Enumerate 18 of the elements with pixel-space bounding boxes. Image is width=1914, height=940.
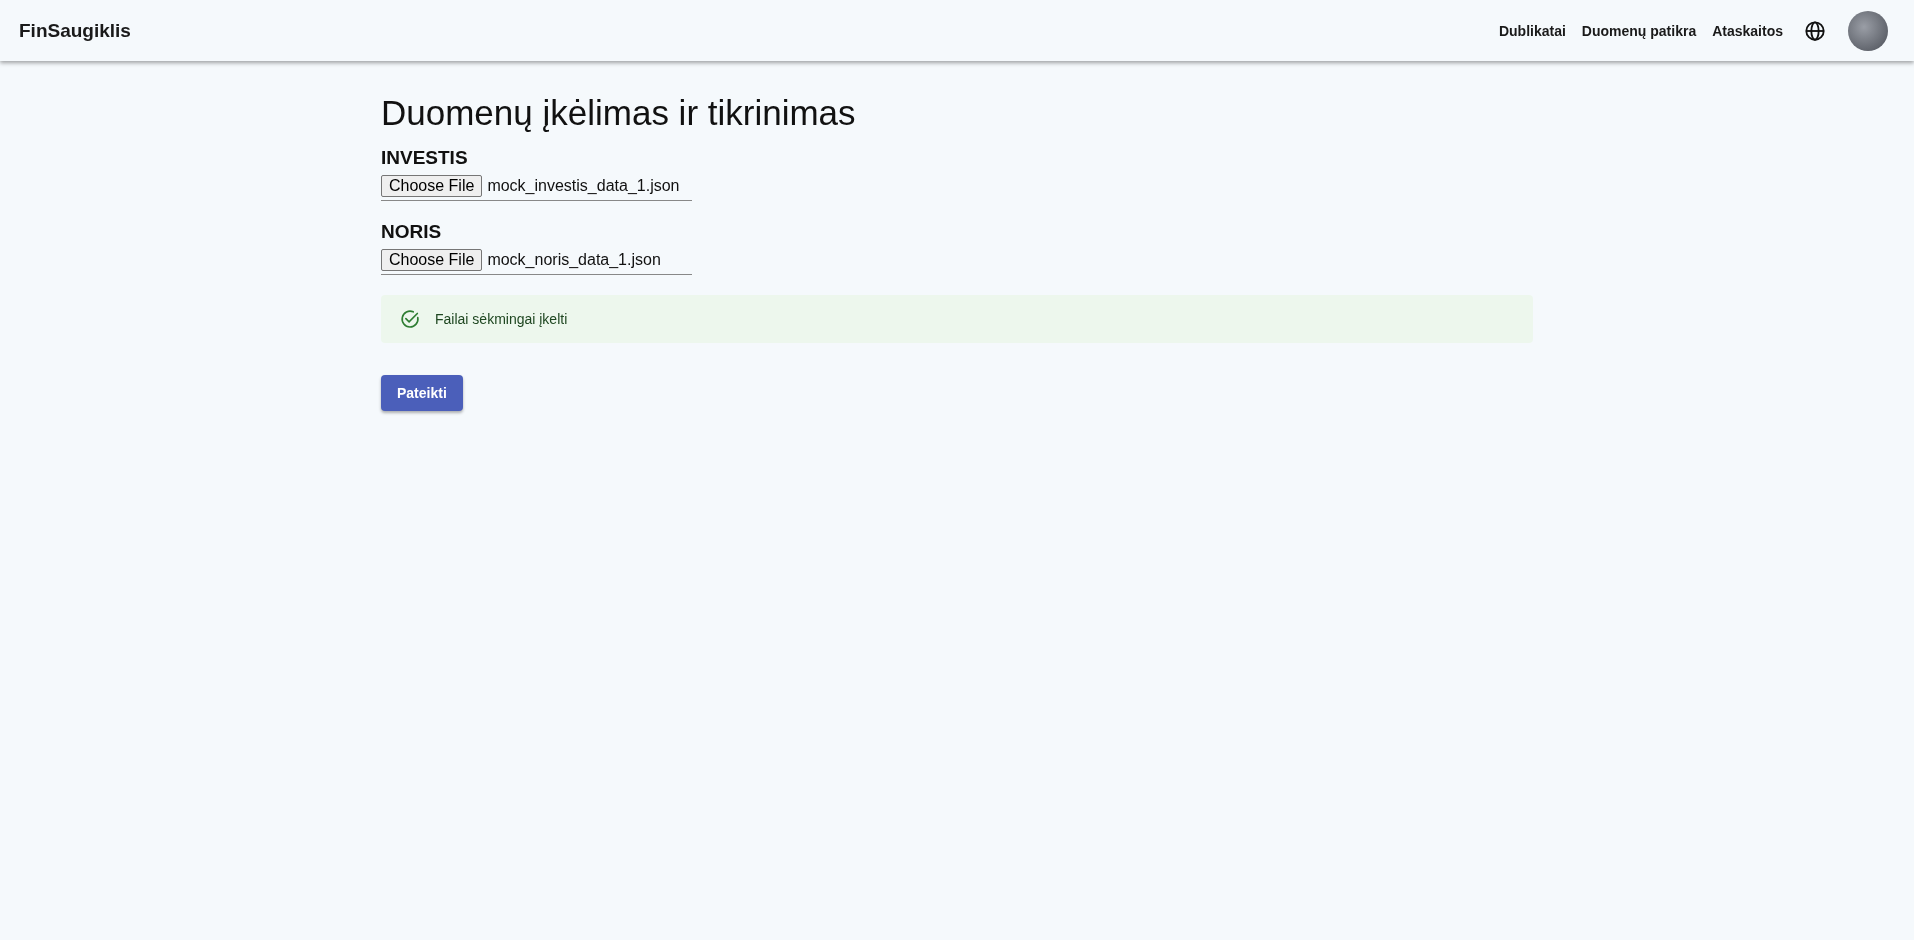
- alert-message: Failai sėkmingai įkelti: [435, 311, 568, 327]
- file-input-field[interactable]: Choose File mock_noris_data_1.json: [381, 249, 692, 275]
- file-name: mock_noris_data_1.json: [487, 251, 661, 269]
- choose-file-button[interactable]: Choose File: [381, 175, 483, 197]
- app-title: FinSaugiklis: [19, 19, 131, 42]
- upload-label: NORIS: [381, 221, 442, 243]
- nav-link[interactable]: Dublikatai: [1497, 18, 1567, 43]
- submit-button[interactable]: Pateikti: [381, 375, 463, 411]
- nav-link[interactable]: Ataskaitos: [1711, 18, 1784, 43]
- page-title: Duomenų įkėlimas ir tikrinimas: [381, 93, 856, 133]
- language-globe-icon[interactable]: [1804, 19, 1826, 42]
- user-avatar[interactable]: [1848, 10, 1888, 51]
- check-circle-icon: [399, 308, 421, 330]
- file-input-field[interactable]: Choose File mock_investis_data_1.json: [381, 175, 692, 201]
- choose-file-button[interactable]: Choose File: [381, 249, 483, 271]
- upload-label: INVESTIS: [381, 147, 468, 169]
- nav-link[interactable]: Duomenų patikra: [1580, 18, 1698, 43]
- file-name: mock_investis_data_1.json: [487, 177, 680, 195]
